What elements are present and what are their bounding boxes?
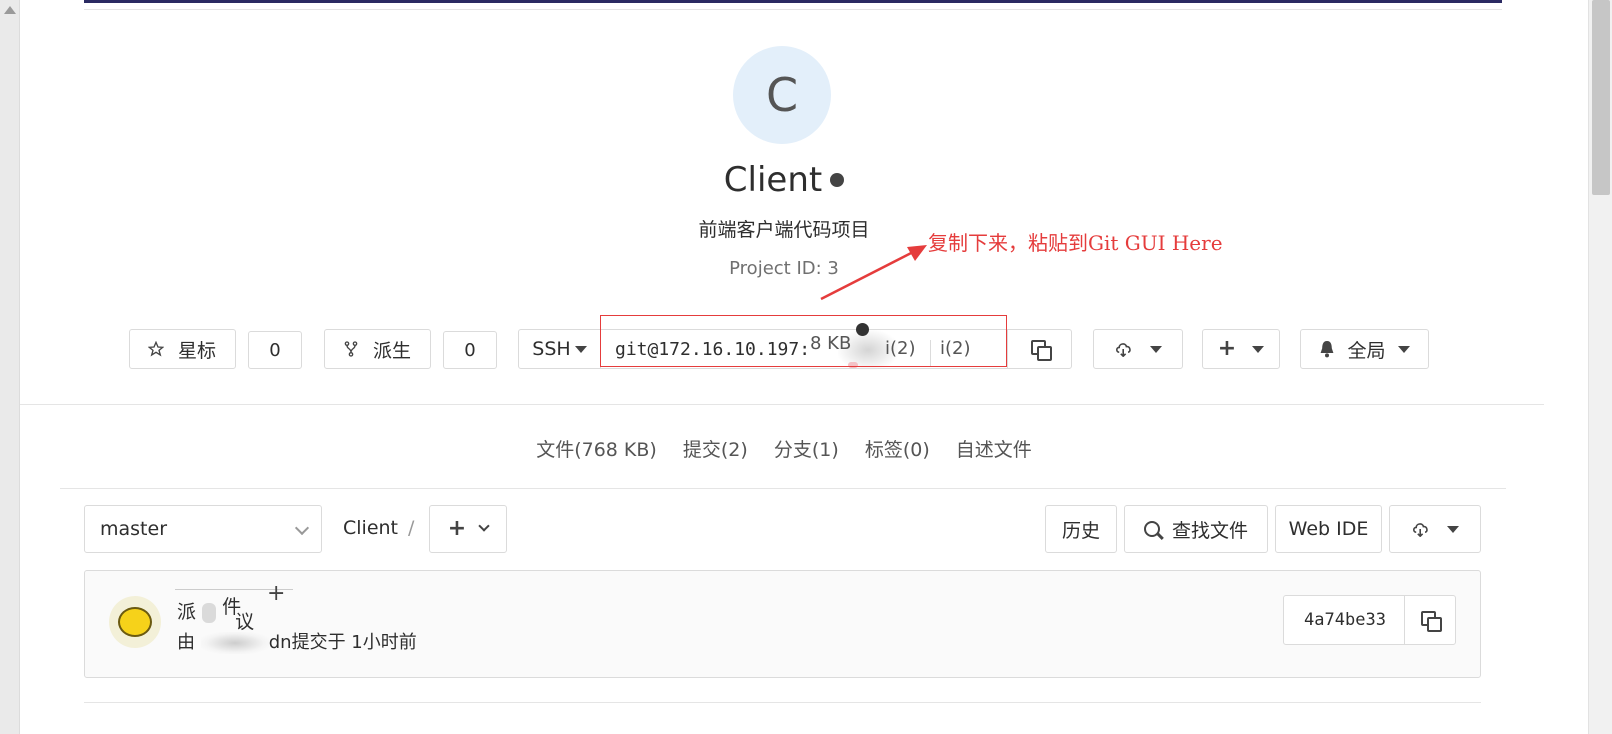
history-label: 历史 [1061, 519, 1100, 542]
chevron-down-icon [478, 520, 490, 532]
scroll-up-arrow-icon[interactable] [4, 6, 16, 14]
commit-meta-prefix: 由 [177, 632, 195, 653]
web-ide-label: Web IDE [1288, 518, 1369, 540]
left-gutter [0, 0, 20, 734]
stats-files-link[interactable]: 文件(768 KB) [536, 439, 657, 461]
copy-sha-button[interactable] [1404, 596, 1455, 644]
annotation-text: 复制下来，粘贴到Git GUI Here [928, 231, 1223, 255]
stats-divider [60, 488, 1506, 489]
plus-icon: + [447, 516, 467, 541]
protocol-dropdown[interactable]: SSH [519, 330, 601, 368]
stats-commits-link[interactable]: 提交(2) [683, 439, 748, 461]
blur-overlay [200, 632, 269, 654]
project-id: Project ID: 3 [729, 258, 839, 279]
stats-branches-link[interactable]: 分支(1) [774, 439, 839, 461]
cloud-download-icon [1116, 343, 1131, 357]
lemon-icon [118, 607, 152, 637]
breadcrumb-root-link[interactable]: Client [343, 517, 398, 539]
caret-down-icon [1150, 345, 1162, 353]
find-file-label: 查找文件 [1171, 519, 1248, 542]
annotation-arrow-icon [820, 245, 927, 301]
copy-url-button[interactable] [1007, 330, 1071, 368]
bell-icon [1321, 341, 1334, 358]
bottom-divider [84, 702, 1481, 703]
project-title: Client [0, 160, 1568, 200]
copy-icon [1030, 340, 1052, 361]
fork-label: 派生 [373, 339, 412, 362]
star-label: 星标 [178, 339, 217, 362]
project-name: Client [723, 160, 823, 200]
top-divider [84, 9, 1502, 10]
web-ide-button[interactable]: Web IDE [1275, 505, 1382, 553]
notification-button[interactable]: 全局 [1300, 329, 1429, 369]
history-button[interactable]: 历史 [1045, 505, 1117, 553]
commit-title-part: 派 [177, 601, 197, 623]
notification-label: 全局 [1347, 339, 1386, 362]
commit-sha-group: 4a74be33 [1283, 595, 1456, 645]
caret-down-icon [1252, 345, 1265, 353]
caret-down-icon [1397, 345, 1410, 353]
breadcrumb: Client / [343, 517, 424, 539]
section-divider [20, 404, 1544, 405]
globe-icon [830, 172, 845, 187]
commit-title-link[interactable]: 派 件 议 [177, 596, 266, 633]
fork-count[interactable]: 0 [443, 331, 497, 369]
caret-down-icon [574, 345, 587, 353]
star-icon [148, 341, 164, 357]
plus-icon: + [267, 581, 286, 606]
find-file-button[interactable]: 查找文件 [1124, 505, 1268, 553]
chevron-down-icon [294, 520, 310, 536]
scrollbar-thumb[interactable] [1592, 0, 1610, 195]
commit-meta: 由 dn提交于 1小时前 [177, 628, 417, 654]
tree-download-button[interactable] [1389, 505, 1481, 553]
project-avatar: C [733, 46, 831, 144]
project-avatar-letter: C [765, 68, 799, 122]
caret-down-icon [1447, 525, 1459, 533]
top-accent-line [84, 0, 1502, 3]
last-commit-box: + 派 件 议 由 dn提交于 1小时前 4a74be33 [84, 570, 1481, 678]
stats-readme-link[interactable]: 自述文件 [956, 439, 1032, 461]
stats-tags-link[interactable]: 标签(0) [865, 439, 930, 461]
new-item-button[interactable]: + [1202, 329, 1280, 369]
branch-name: master [100, 518, 168, 540]
copy-icon [1421, 611, 1442, 632]
commit-author-avatar[interactable] [109, 596, 161, 648]
search-icon [1143, 521, 1160, 537]
blur-overlay [202, 602, 217, 623]
commit-sha[interactable]: 4a74be33 [1284, 610, 1406, 630]
branch-select[interactable]: master [84, 505, 322, 553]
download-button[interactable] [1093, 329, 1183, 369]
protocol-label: SSH [532, 338, 571, 360]
commit-meta-suffix: dn提交于 1小时前 [268, 632, 417, 653]
vertical-scrollbar[interactable] [1588, 0, 1612, 734]
project-description: 前端客户端代码项目 [698, 219, 870, 241]
star-count[interactable]: 0 [248, 331, 302, 369]
fork-button[interactable]: 派生 [324, 329, 431, 369]
fork-icon [344, 341, 358, 357]
cloud-download-icon [1413, 523, 1428, 537]
project-page: C Client 前端客户端代码项目 Project ID: 3 复制下来，粘贴… [0, 0, 1612, 734]
highlight-box [600, 315, 1007, 367]
star-button[interactable]: 星标 [129, 329, 236, 369]
breadcrumb-separator: / [408, 517, 415, 539]
project-stats: 文件(768 KB) 提交(2) 分支(1) 标签(0) 自述文件 [0, 435, 1568, 462]
add-file-button[interactable]: + [429, 505, 507, 553]
plus-icon: + [1217, 336, 1237, 361]
